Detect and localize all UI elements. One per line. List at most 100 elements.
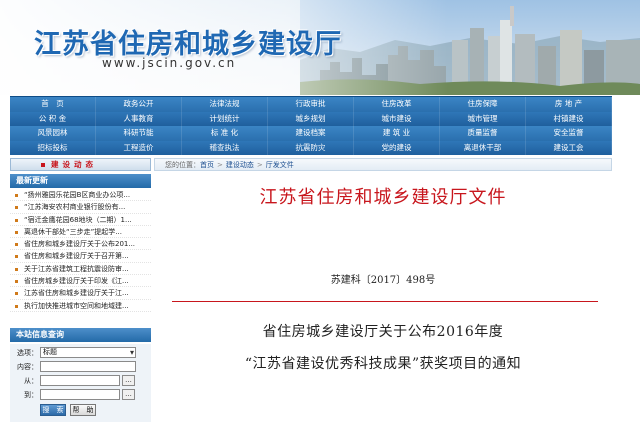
search-from-row: 从： ... [10, 374, 151, 387]
nav-link-construction-industry[interactable]: 建 筑 业 [354, 126, 440, 141]
bullet-icon [15, 292, 18, 296]
nav-row: 首 页 政务公开 法律法规 行政审批 住房改革 住房保障 房 地 产 [10, 97, 612, 112]
list-item[interactable]: 关于江苏省建筑工程抗震设防审... [10, 263, 151, 276]
breadcrumb-current: 厅发文件 [265, 161, 294, 169]
nav-link-provident-fund[interactable]: 公 积 金 [10, 111, 96, 126]
nav-link-approval[interactable]: 行政审批 [268, 97, 354, 112]
nav-link-cost[interactable]: 工程造价 [96, 140, 182, 155]
nav-link-real-estate[interactable]: 房 地 产 [526, 97, 612, 112]
breadcrumb-separator: > [217, 161, 223, 169]
search-option-row: 选项： 标题 [10, 346, 151, 359]
news-link[interactable]: 省住房和城乡建设厅关于召开第... [24, 252, 129, 260]
left-sidebar: 建设动态 最新更新 “扬州雅园乐花园B区商业办公项... “江苏海安农村商业银行… [10, 158, 151, 422]
latest-updates-heading: 最新更新 [10, 174, 151, 188]
news-link[interactable]: 离退休干部处“三步走”提起学... [24, 228, 122, 236]
nav-link-landscape[interactable]: 风景园林 [10, 126, 96, 141]
content-label: 内容： [17, 363, 38, 371]
site-url: www.jscin.gov.cn [102, 56, 237, 70]
date-to-input[interactable] [40, 389, 120, 400]
breadcrumb-home-link[interactable]: 首页 [200, 161, 214, 169]
site-search-heading: 本站信息查询 [10, 328, 151, 342]
nav-link-disaster[interactable]: 抗震防灾 [268, 140, 354, 155]
site-search-form: 选项： 标题 内容： 从： ... 到： ... 搜 索 帮 助 [10, 344, 151, 422]
document-number: 苏建科〔2017〕498号 [330, 275, 436, 286]
nav-link-bidding[interactable]: 招标投标 [10, 140, 96, 155]
list-item[interactable]: 执行加快推进城市空间和地域建... [10, 300, 151, 312]
list-item[interactable]: 离退休干部处“三步走”提起学... [10, 226, 151, 239]
nav-link-urban-planning[interactable]: 城乡规划 [268, 111, 354, 126]
document-heading-line-2: “江苏省建设优秀科技成果”获奖项目的通知 [244, 356, 522, 372]
list-item[interactable]: 省住房和城乡建设厅关于公布201... [10, 238, 151, 251]
news-link[interactable]: “扬州雅园乐花园B区商业办公项... [24, 191, 130, 199]
nav-link-urban-construction[interactable]: 城市建设 [354, 111, 440, 126]
news-link[interactable]: 关于江苏省建筑工程抗震设防审... [24, 265, 129, 273]
nav-link-inspection[interactable]: 稽查执法 [182, 140, 268, 155]
news-link[interactable]: 省住房城乡建设厅关于印发《江... [24, 277, 129, 285]
date-to-picker-button[interactable]: ... [122, 389, 135, 400]
option-label: 选项： [17, 349, 38, 357]
bullet-icon [15, 218, 18, 222]
tab-label: 建设动态 [51, 160, 97, 169]
nav-link-safety[interactable]: 安全监督 [526, 126, 612, 141]
nav-link-party[interactable]: 党的建设 [354, 140, 440, 155]
bullet-icon [15, 304, 18, 308]
breadcrumb-separator: > [256, 161, 263, 169]
search-option-select[interactable]: 标题 [40, 347, 136, 358]
nav-link-urban-management[interactable]: 城市管理 [440, 111, 526, 126]
bullet-icon [41, 163, 45, 167]
nav-link-personnel[interactable]: 人事教育 [96, 111, 182, 126]
bullet-icon [15, 206, 18, 210]
nav-link-government-affairs[interactable]: 政务公开 [96, 97, 182, 112]
document-content: 江苏省住房和城乡建设厅文件 苏建科〔2017〕498号 省住房城乡建设厅关于公布… [154, 173, 612, 422]
nav-link-village-construction[interactable]: 村镇建设 [526, 111, 612, 126]
from-label: 从： [24, 377, 38, 385]
search-to-row: 到： ... [10, 388, 151, 401]
to-label: 到： [24, 391, 38, 399]
tab-construction-news[interactable]: 建设动态 [10, 158, 151, 171]
help-button[interactable]: 帮 助 [70, 404, 96, 416]
document-header-title: 江苏省住房和城乡建设厅文件 [259, 187, 507, 208]
site-banner: 江苏省住房和城乡建设厅 www.jscin.gov.cn [0, 0, 640, 95]
list-item[interactable]: 省住房和城乡建设厅关于召开第... [10, 250, 151, 263]
nav-link-archives[interactable]: 建设档案 [268, 126, 354, 141]
list-item[interactable]: “江苏海安农村商业银行股份有... [10, 201, 151, 214]
nav-row: 招标投标 工程造价 稽查执法 抗震防灾 党的建设 离退休干部 建设工会 [10, 140, 612, 155]
nav-link-retired[interactable]: 离退休干部 [440, 140, 526, 155]
nav-link-statistics[interactable]: 计划统计 [182, 111, 268, 126]
nav-link-laws[interactable]: 法律法规 [182, 97, 268, 112]
nav-link-quality[interactable]: 质量监督 [440, 126, 526, 141]
search-option-value: 标题 [43, 348, 57, 356]
bullet-icon [15, 255, 18, 259]
list-item[interactable]: 省住房城乡建设厅关于印发《江... [10, 275, 151, 288]
nav-link-research[interactable]: 科研节能 [96, 126, 182, 141]
main-nav: 首 页 政务公开 法律法规 行政审批 住房改革 住房保障 房 地 产 公 积 金… [10, 96, 612, 155]
nav-link-home[interactable]: 首 页 [10, 97, 96, 112]
bullet-icon [15, 230, 18, 234]
breadcrumb-news-link[interactable]: 建设动态 [226, 161, 254, 169]
bullet-icon [15, 194, 18, 197]
search-content-input[interactable] [40, 361, 136, 372]
date-from-input[interactable] [40, 375, 120, 386]
nav-link-standards[interactable]: 标 准 化 [182, 126, 268, 141]
list-item[interactable]: “扬州雅园乐花园B区商业办公项... [10, 189, 151, 202]
search-button[interactable]: 搜 索 [40, 404, 66, 416]
latest-updates-list: “扬州雅园乐花园B区商业办公项... “江苏海安农村商业银行股份有... “宿迁… [10, 189, 151, 312]
list-item[interactable]: “宿迁金鹰花园68地块（二期）1... [10, 214, 151, 226]
breadcrumb-prefix: 您的位置： [165, 161, 200, 169]
news-link[interactable]: “江苏海安农村商业银行股份有... [24, 203, 125, 211]
news-link[interactable]: 省住房和城乡建设厅关于公布201... [24, 240, 135, 248]
nav-row: 风景园林 科研节能 标 准 化 建设档案 建 筑 业 质量监督 安全监督 [10, 126, 612, 141]
nav-link-housing-security[interactable]: 住房保障 [440, 97, 526, 112]
document-heading-line-1: 省住房城乡建设厅关于公布2016年度 [262, 324, 504, 340]
nav-link-union[interactable]: 建设工会 [526, 140, 612, 155]
date-from-picker-button[interactable]: ... [122, 375, 135, 386]
red-divider [172, 301, 598, 302]
news-link[interactable]: 执行加快推进城市空间和地域建... [24, 302, 129, 310]
bullet-icon [15, 280, 18, 284]
bullet-icon [15, 243, 18, 247]
news-link[interactable]: 江苏省住房和城乡建设厅关于江... [24, 289, 129, 297]
nav-link-housing-reform[interactable]: 住房改革 [354, 97, 440, 112]
news-link[interactable]: “宿迁金鹰花园68地块（二期）1... [24, 216, 132, 224]
list-item[interactable]: 江苏省住房和城乡建设厅关于江... [10, 287, 151, 300]
nav-row: 公 积 金 人事教育 计划统计 城乡规划 城市建设 城市管理 村镇建设 [10, 111, 612, 126]
